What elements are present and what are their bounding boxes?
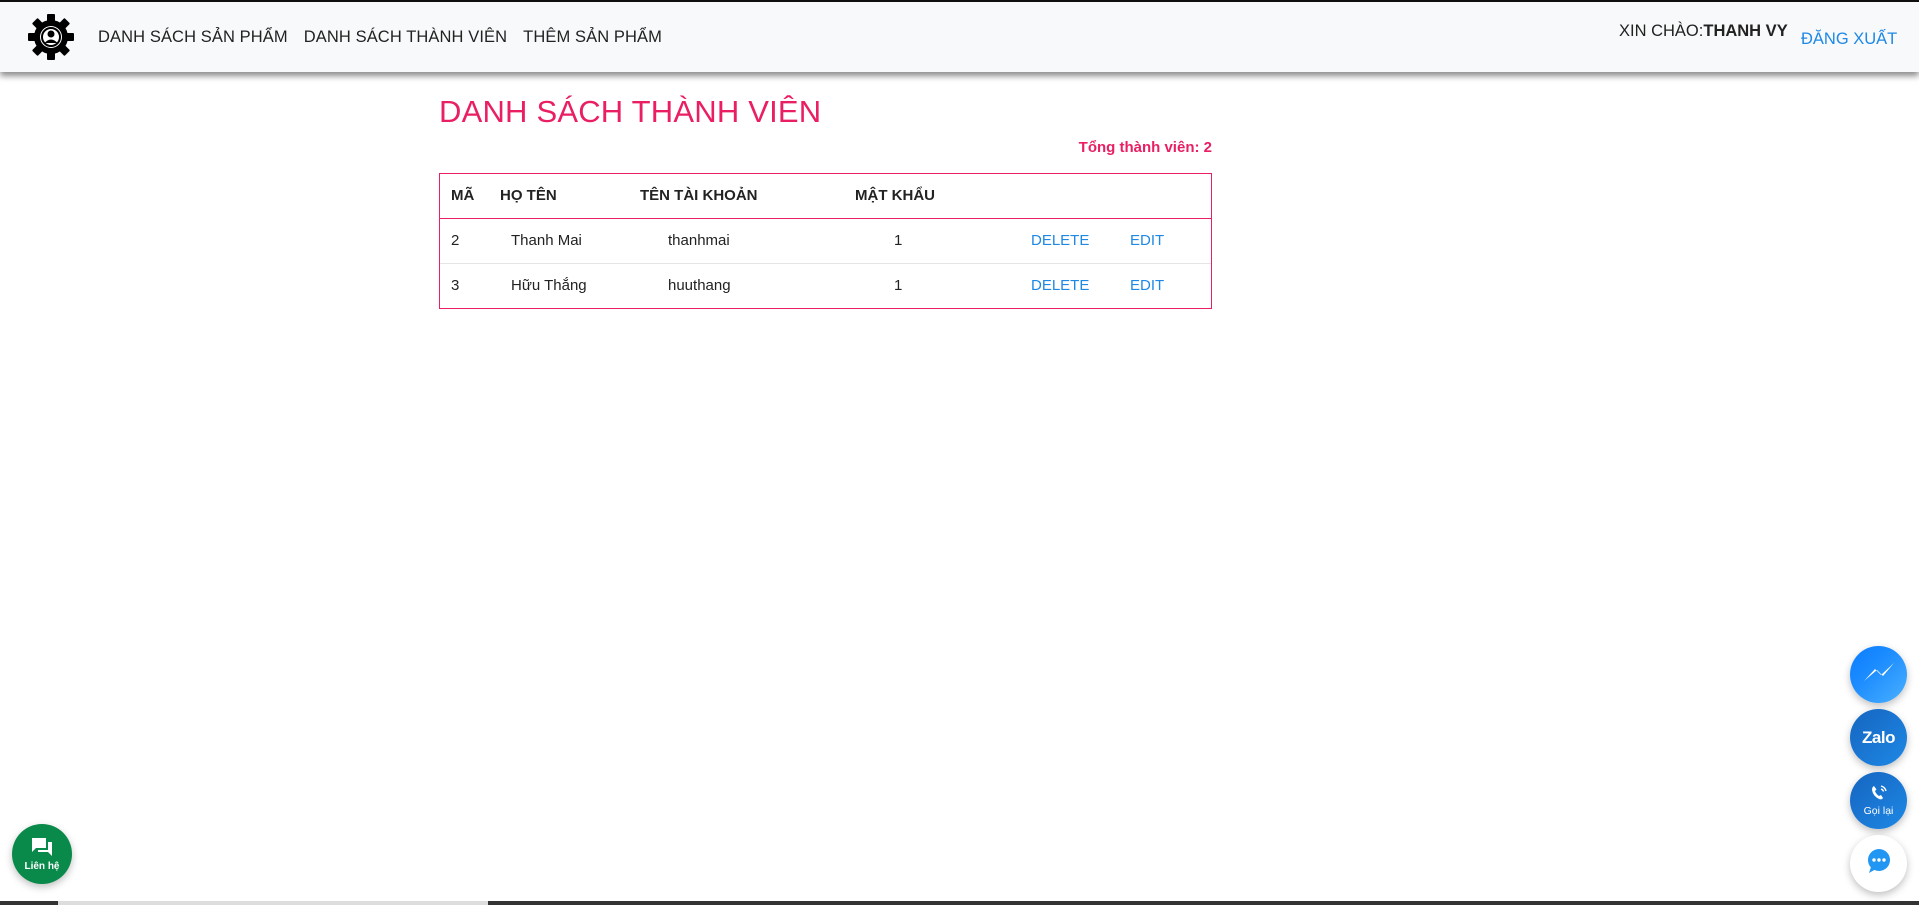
edit-link[interactable]: EDIT bbox=[1130, 277, 1164, 294]
nav-link-add-product[interactable]: THÊM SẢN PHẨM bbox=[523, 28, 662, 47]
gear-user-icon[interactable] bbox=[27, 13, 75, 61]
cell-username: thanhmai bbox=[640, 218, 855, 264]
header-password: MẬT KHẨU bbox=[855, 174, 1013, 219]
bottom-strip-segment bbox=[58, 901, 488, 905]
navbar: DANH SÁCH SẢN PHẨM DANH SÁCH THÀNH VIÊN … bbox=[0, 2, 1919, 72]
contact-chat-icon bbox=[30, 836, 54, 861]
greeting-prefix: XIN CHÀO: bbox=[1619, 22, 1704, 40]
cell-edit: EDIT bbox=[1130, 218, 1211, 264]
cell-delete: DELETE bbox=[1013, 218, 1130, 264]
member-table: MÃ HỌ TÊN TÊN TÀI KHOẢN MẬT KHẨU 2 Thanh… bbox=[439, 173, 1212, 309]
cell-password: 1 bbox=[894, 277, 903, 295]
header-edit bbox=[1130, 174, 1211, 219]
chat-bubble-icon bbox=[1865, 847, 1893, 880]
logout-link[interactable]: ĐĂNG XUẤT bbox=[1801, 30, 1897, 49]
nav-links: DANH SÁCH SẢN PHẨM DANH SÁCH THÀNH VIÊN … bbox=[98, 2, 678, 72]
contact-button[interactable]: Liên hệ bbox=[12, 824, 72, 884]
greeting-username: THANH VY bbox=[1703, 22, 1788, 40]
delete-link[interactable]: DELETE bbox=[1031, 277, 1089, 294]
messenger-icon bbox=[1862, 661, 1896, 688]
member-total: Tổng thành viên: 2 bbox=[1078, 139, 1212, 156]
cell-id: 3 bbox=[451, 277, 460, 295]
cell-password: 1 bbox=[855, 218, 1013, 264]
zalo-button[interactable]: Zalo bbox=[1850, 709, 1907, 766]
header-delete bbox=[1013, 174, 1130, 219]
nav-link-member-list[interactable]: DANH SÁCH THÀNH VIÊN bbox=[304, 28, 507, 47]
messenger-button[interactable] bbox=[1850, 646, 1907, 703]
edit-link[interactable]: EDIT bbox=[1130, 232, 1164, 249]
chat-button[interactable] bbox=[1850, 835, 1907, 892]
contact-label: Liên hệ bbox=[24, 861, 60, 872]
phone-icon bbox=[1869, 784, 1889, 805]
user-greeting: XIN CHÀO:THANH VY bbox=[1619, 22, 1788, 41]
header-username: TÊN TÀI KHOẢN bbox=[640, 174, 855, 219]
cell-delete: DELETE bbox=[1013, 263, 1130, 308]
cell-edit: EDIT bbox=[1130, 263, 1211, 308]
header-id: MÃ bbox=[440, 174, 495, 219]
bottom-taskbar-strip bbox=[0, 901, 1919, 905]
callback-label: Gọi lại bbox=[1863, 805, 1894, 817]
page-title: DANH SÁCH THÀNH VIÊN bbox=[439, 94, 822, 129]
cell-name: Thanh Mai bbox=[495, 218, 640, 264]
cell-id: 2 bbox=[440, 218, 495, 264]
table-row: 3 Hữu Thắng huuthang 1 DELETE EDIT bbox=[440, 263, 1211, 308]
nav-link-product-list[interactable]: DANH SÁCH SẢN PHẨM bbox=[98, 28, 288, 47]
header-name: HỌ TÊN bbox=[495, 174, 640, 219]
cell-name: Hữu Thắng bbox=[511, 277, 587, 295]
table-row: 2 Thanh Mai thanhmai 1 DELETE EDIT bbox=[440, 218, 1211, 264]
table-header-row: MÃ HỌ TÊN TÊN TÀI KHOẢN MẬT KHẨU bbox=[440, 174, 1211, 219]
main-content: DANH SÁCH THÀNH VIÊN Tổng thành viên: 2 … bbox=[439, 88, 1212, 309]
cell-username: huuthang bbox=[668, 277, 731, 295]
zalo-label: Zalo bbox=[1862, 727, 1895, 747]
callback-button[interactable]: Gọi lại bbox=[1850, 772, 1907, 829]
delete-link[interactable]: DELETE bbox=[1031, 232, 1089, 249]
